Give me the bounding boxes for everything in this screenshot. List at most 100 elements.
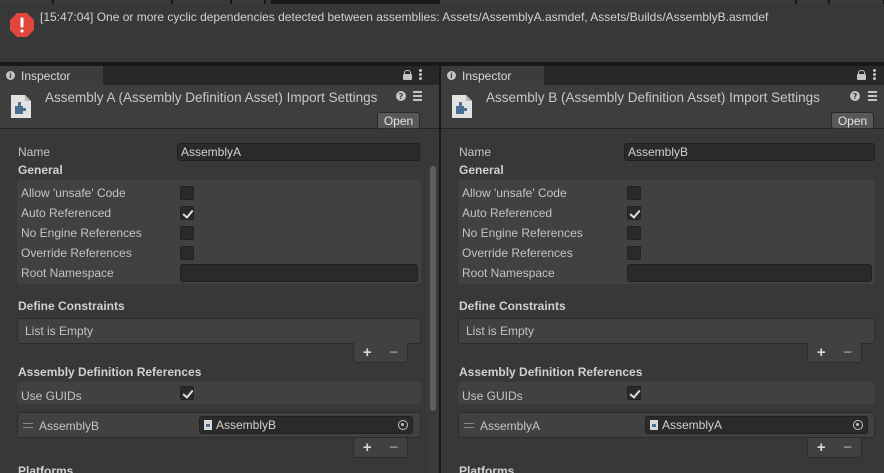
kebab-menu-icon[interactable] — [873, 69, 876, 80]
scrollbar-thumb[interactable] — [430, 166, 436, 411]
reference-object-field[interactable]: AssemblyA — [645, 416, 868, 434]
add-reference-button[interactable]: + — [817, 439, 826, 456]
reference-object-field[interactable]: AssemblyB — [199, 416, 413, 434]
root-namespace-row: Root Namespace — [0, 263, 439, 283]
root-namespace-field[interactable] — [180, 264, 418, 282]
define-constraints-list: List is Empty — [458, 318, 875, 344]
asset-file-icon — [204, 420, 212, 430]
assembly-definition-icon — [452, 95, 472, 118]
assembly-references-heading: Assembly Definition References — [18, 365, 202, 379]
open-button[interactable]: Open — [831, 112, 874, 129]
tab-bar: i Inspector — [0, 66, 439, 85]
auto-referenced-checkbox[interactable] — [627, 206, 641, 220]
kebab-menu-icon[interactable] — [419, 69, 422, 80]
add-constraint-button[interactable]: + — [363, 344, 372, 361]
no-engine-references-checkbox[interactable] — [180, 226, 194, 240]
preset-settings-icon[interactable] — [413, 91, 422, 102]
tab-bar: i Inspector — [441, 66, 884, 85]
remove-constraint-button[interactable]: − — [389, 344, 398, 361]
reference-item-label: AssemblyB — [39, 419, 100, 433]
inspector-panel-b: i Inspector Assembly B (Assembly Definit… — [441, 66, 884, 473]
inspector-panel-a: i Inspector Assembly A (Assembly Definit… — [0, 66, 439, 473]
allow-unsafe-checkbox[interactable] — [180, 186, 194, 200]
asset-file-icon — [650, 420, 658, 430]
info-icon: i — [447, 71, 456, 80]
name-label: Name — [459, 145, 492, 159]
drag-handle-icon[interactable] — [23, 423, 33, 428]
remove-constraint-button[interactable]: − — [843, 344, 852, 361]
help-icon[interactable]: ? — [850, 91, 860, 101]
platforms-heading: Platforms — [459, 464, 515, 473]
assembly-definition-icon — [11, 95, 31, 118]
auto-referenced-checkbox[interactable] — [180, 206, 194, 220]
asset-header: Assembly A (Assembly Definition Asset) I… — [0, 85, 439, 129]
override-references-checkbox[interactable] — [627, 246, 641, 260]
platforms-heading: Platforms — [18, 464, 74, 473]
tab-label: Inspector — [21, 68, 71, 83]
asset-header: Assembly B (Assembly Definition Asset) I… — [441, 85, 884, 129]
open-button[interactable]: Open — [377, 112, 420, 129]
header-title: Assembly B (Assembly Definition Asset) I… — [486, 90, 820, 105]
references-footer: + − — [353, 438, 408, 458]
reference-object-value: AssemblyB — [216, 418, 277, 432]
assembly-references-heading: Assembly Definition References — [459, 365, 643, 379]
option-row: Override References — [0, 243, 439, 263]
reference-object-value: AssemblyA — [662, 418, 723, 432]
tab-inspector[interactable]: i Inspector — [0, 66, 103, 85]
add-constraint-button[interactable]: + — [817, 344, 826, 361]
info-icon: i — [6, 71, 15, 80]
references-footer: + − — [807, 438, 862, 458]
option-row: No Engine References — [0, 223, 439, 243]
define-constraints-heading: Define Constraints — [459, 299, 566, 313]
use-guids-row: Use GUIDs — [0, 386, 439, 406]
lock-icon[interactable] — [857, 69, 866, 80]
reference-item-label: AssemblyA — [480, 419, 541, 433]
no-engine-references-label: No Engine References — [462, 226, 583, 240]
lock-icon[interactable] — [403, 69, 412, 80]
use-guids-checkbox[interactable] — [627, 386, 641, 400]
drag-handle-icon[interactable] — [464, 423, 474, 428]
tab-inspector[interactable]: i Inspector — [441, 66, 544, 85]
add-reference-button[interactable]: + — [363, 439, 372, 456]
root-namespace-label: Root Namespace — [462, 266, 555, 280]
option-row: Allow 'unsafe' Code — [0, 183, 439, 203]
preset-settings-icon[interactable] — [868, 91, 877, 102]
name-row: Name AssemblyB — [441, 142, 884, 162]
reference-list-item[interactable]: AssemblyB AssemblyB — [17, 412, 421, 438]
option-row: Allow 'unsafe' Code — [441, 183, 884, 203]
object-picker-icon[interactable] — [398, 420, 408, 430]
override-references-checkbox[interactable] — [180, 246, 194, 260]
general-heading: General — [459, 163, 504, 177]
name-label: Name — [18, 145, 51, 159]
tab-label: Inspector — [462, 68, 512, 83]
no-engine-references-checkbox[interactable] — [627, 226, 641, 240]
root-namespace-field[interactable] — [627, 264, 872, 282]
no-engine-references-label: No Engine References — [21, 226, 142, 240]
auto-referenced-label: Auto Referenced — [21, 206, 112, 220]
name-field[interactable]: AssemblyA — [177, 143, 420, 161]
define-constraints-list: List is Empty — [17, 318, 421, 344]
option-row: Override References — [441, 243, 884, 263]
define-constraints-heading: Define Constraints — [18, 299, 125, 313]
remove-reference-button[interactable]: − — [843, 439, 852, 456]
auto-referenced-label: Auto Referenced — [462, 206, 553, 220]
allow-unsafe-checkbox[interactable] — [627, 186, 641, 200]
option-row: Auto Referenced — [0, 203, 439, 223]
allow-unsafe-label: Allow 'unsafe' Code — [21, 186, 126, 200]
error-icon — [10, 13, 34, 37]
object-picker-icon[interactable] — [853, 420, 863, 430]
scrollbar[interactable] — [427, 164, 438, 473]
help-icon[interactable]: ? — [396, 91, 406, 101]
use-guids-checkbox[interactable] — [180, 386, 194, 400]
general-heading: General — [18, 163, 63, 177]
name-row: Name AssemblyA — [0, 142, 439, 162]
define-constraints-footer: + − — [353, 343, 408, 363]
use-guids-row: Use GUIDs — [441, 386, 884, 406]
use-guids-label: Use GUIDs — [21, 389, 82, 403]
console-message: [15:47:04] One or more cyclic dependenci… — [40, 10, 769, 24]
name-field[interactable]: AssemblyB — [624, 143, 875, 161]
console-status-bar[interactable]: [15:47:04] One or more cyclic dependenci… — [0, 4, 884, 62]
reference-list-item[interactable]: AssemblyA AssemblyA — [458, 412, 875, 438]
remove-reference-button[interactable]: − — [389, 439, 398, 456]
use-guids-label: Use GUIDs — [462, 389, 523, 403]
